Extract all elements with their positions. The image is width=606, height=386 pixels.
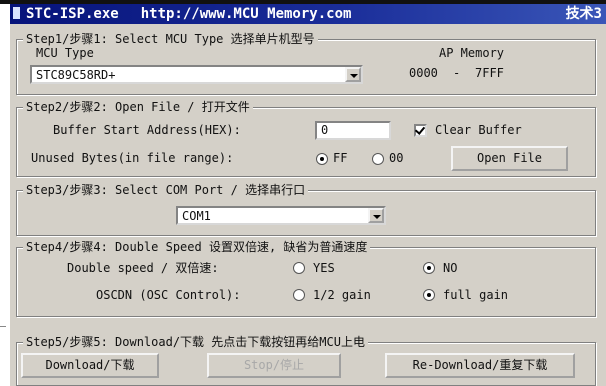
app-icon bbox=[13, 7, 20, 19]
app-name: STC-ISP.exe bbox=[26, 6, 119, 22]
outer-margin bbox=[0, 4, 10, 386]
open-file-button[interactable]: Open File bbox=[451, 146, 568, 171]
step4-group: Step4/步骤4: Double Speed 设置双倍速, 缺省为普通速度 D… bbox=[16, 240, 596, 317]
mcu-type-value: STC89C58RD+ bbox=[36, 68, 116, 82]
margin-tick bbox=[0, 326, 6, 327]
step2-group: Step2/步骤2: Open File / 打开文件 Buffer Start… bbox=[16, 100, 596, 177]
double-speed-label: Double speed / 双倍速: bbox=[67, 261, 219, 275]
stop-button[interactable]: Stop/停止 bbox=[207, 353, 341, 378]
main-window: Step1/步骤1: Select MCU Type 选择单片机型号 MCU T… bbox=[10, 24, 606, 386]
mcu-type-select[interactable]: STC89C58RD+ bbox=[30, 65, 363, 84]
radio-ff-label[interactable]: FF bbox=[333, 150, 347, 166]
redownload-button[interactable]: Re-Download/重复下载 bbox=[385, 353, 575, 378]
radio-00[interactable] bbox=[372, 153, 384, 165]
radio-no[interactable] bbox=[423, 262, 435, 274]
ap-memory-label: AP Memory bbox=[439, 46, 505, 60]
mcu-type-label: MCU Type bbox=[36, 46, 94, 60]
download-button[interactable]: Download/下载 bbox=[21, 353, 159, 378]
ap-separator: - bbox=[453, 66, 461, 80]
radio-yes[interactable] bbox=[293, 262, 305, 274]
com-port-select[interactable]: COM1 bbox=[176, 206, 386, 225]
com-port-value: COM1 bbox=[182, 209, 211, 223]
radio-ff[interactable] bbox=[316, 153, 328, 165]
radio-yes-label[interactable]: YES bbox=[313, 260, 335, 276]
ap-end-value: 7FFF bbox=[475, 66, 504, 80]
ap-start-value: 0000 bbox=[409, 66, 438, 80]
chevron-down-icon[interactable] bbox=[368, 208, 384, 223]
title-url: http://www.MCU Memory.com bbox=[140, 6, 352, 22]
step2-legend: Step2/步骤2: Open File / 打开文件 bbox=[23, 100, 253, 114]
step4-legend: Step4/步骤4: Double Speed 设置双倍速, 缺省为普通速度 bbox=[23, 240, 371, 254]
step1-group: Step1/步骤1: Select MCU Type 选择单片机型号 MCU T… bbox=[16, 32, 596, 95]
clear-buffer-label[interactable]: Clear Buffer bbox=[435, 122, 522, 138]
radio-no-label[interactable]: NO bbox=[443, 260, 457, 276]
clear-buffer-checkbox[interactable] bbox=[414, 124, 427, 137]
buffer-addr-input[interactable]: 0 bbox=[315, 121, 391, 140]
radio-half-gain[interactable] bbox=[293, 289, 305, 301]
radio-full-gain[interactable] bbox=[423, 289, 435, 301]
radio-full-gain-label[interactable]: full gain bbox=[443, 287, 508, 303]
radio-00-label[interactable]: 00 bbox=[389, 150, 403, 166]
step3-legend: Step3/步骤3: Select COM Port / 选择串行口 bbox=[23, 183, 309, 197]
unused-bytes-label: Unused Bytes(in file range): bbox=[31, 151, 234, 165]
title-bar: STC-ISP.exe http://www.MCU Memory.com 技术3 bbox=[10, 4, 606, 24]
step1-legend: Step1/步骤1: Select MCU Type 选择单片机型号 bbox=[23, 32, 318, 46]
buffer-addr-label: Buffer Start Address(HEX): bbox=[53, 123, 241, 137]
step5-group: Step5/步骤5: Download/下载 先点击下载按钮再给MCU上电 Do… bbox=[16, 335, 596, 386]
step3-group: Step3/步骤3: Select COM Port / 选择串行口 COM1 bbox=[16, 183, 596, 236]
chevron-down-icon[interactable] bbox=[345, 67, 361, 82]
title-tail-text: 技术3 bbox=[565, 6, 602, 22]
radio-half-gain-label[interactable]: 1/2 gain bbox=[313, 287, 371, 303]
oscdn-label: OSCDN (OSC Control): bbox=[96, 288, 241, 302]
step5-legend: Step5/步骤5: Download/下载 先点击下载按钮再给MCU上电 bbox=[23, 335, 368, 349]
